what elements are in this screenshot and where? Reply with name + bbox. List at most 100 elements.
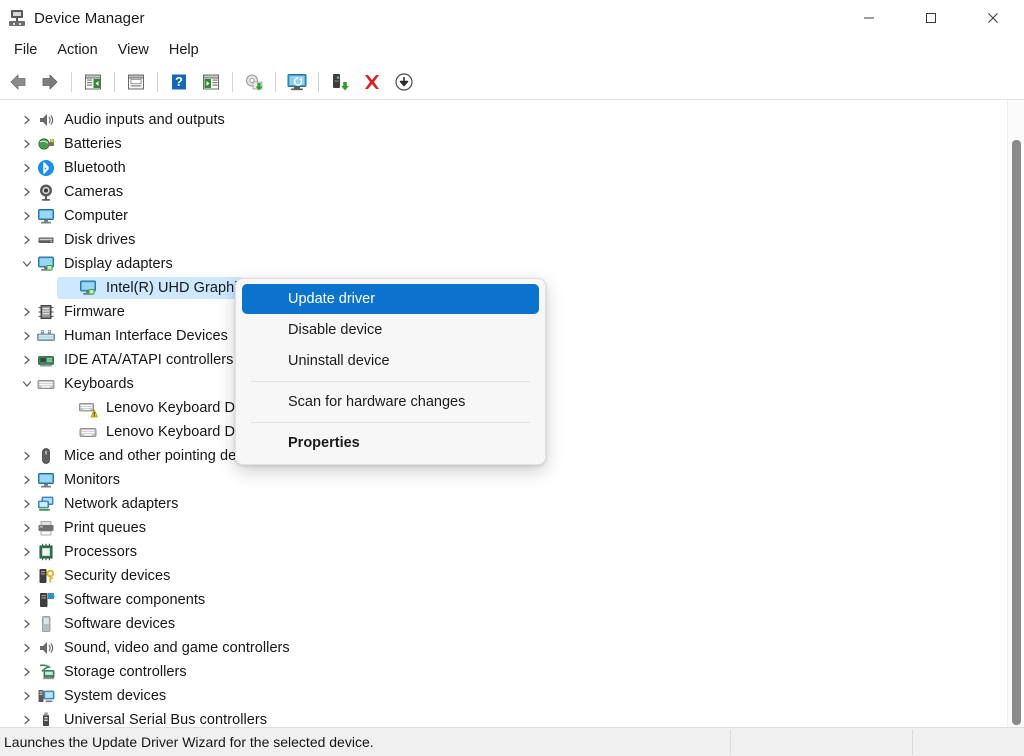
monitor-icon xyxy=(36,470,56,490)
vertical-scrollbar[interactable] xyxy=(1007,100,1024,727)
enable-device-icon[interactable] xyxy=(326,68,354,96)
tree-item-label: Intel(R) UHD Graphics xyxy=(106,280,253,296)
tree-item-label: Security devices xyxy=(64,568,171,584)
tree-item[interactable]: Storage controllers xyxy=(0,660,1024,684)
window-title: Device Manager xyxy=(34,9,145,27)
chevron-right-icon[interactable] xyxy=(18,324,36,348)
software-component-icon xyxy=(36,590,56,610)
tree-item-label: Computer xyxy=(64,208,129,224)
tree-item[interactable]: Audio inputs and outputs xyxy=(0,108,1024,132)
chevron-right-icon[interactable] xyxy=(18,468,36,492)
tree-item[interactable]: Bluetooth xyxy=(0,156,1024,180)
chevron-none xyxy=(60,420,78,444)
disable-device-icon[interactable] xyxy=(390,68,418,96)
chevron-right-icon[interactable] xyxy=(18,708,36,727)
tree-item-content: Cameras xyxy=(18,180,123,204)
context-menu-item-uninstall-device[interactable]: Uninstall device xyxy=(242,346,539,376)
chevron-right-icon[interactable] xyxy=(18,228,36,252)
tree-item[interactable]: Cameras xyxy=(0,180,1024,204)
properties-icon[interactable] xyxy=(122,68,150,96)
printer-icon xyxy=(36,518,56,538)
back-arrow-icon[interactable] xyxy=(4,68,32,96)
tree-item-content: Disk drives xyxy=(18,228,135,252)
chevron-right-icon[interactable] xyxy=(18,636,36,660)
tree-item[interactable]: System devices xyxy=(0,684,1024,708)
forward-arrow-icon[interactable] xyxy=(36,68,64,96)
chevron-right-icon[interactable] xyxy=(18,348,36,372)
chevron-right-icon[interactable] xyxy=(18,300,36,324)
tree-item[interactable]: Print queues xyxy=(0,516,1024,540)
camera-icon xyxy=(36,182,56,202)
tree-item[interactable]: Software components xyxy=(0,588,1024,612)
device-manager-window: Device Manager File Action View Help ? A… xyxy=(0,0,1024,756)
chevron-right-icon[interactable] xyxy=(18,132,36,156)
tree-item[interactable]: Security devices xyxy=(0,564,1024,588)
tree-item-content: Bluetooth xyxy=(18,156,126,180)
tree-item[interactable]: Monitors xyxy=(0,468,1024,492)
tree-item[interactable]: Batteries xyxy=(0,132,1024,156)
context-menu-item-properties[interactable]: Properties xyxy=(242,428,539,458)
chevron-right-icon[interactable] xyxy=(18,108,36,132)
chevron-down-icon[interactable] xyxy=(18,372,36,396)
tree-item-content: Human Interface Devices xyxy=(18,324,228,348)
bluetooth-icon xyxy=(36,158,56,178)
chevron-right-icon[interactable] xyxy=(18,612,36,636)
tree-item-label: Keyboards xyxy=(64,376,134,392)
tree-item[interactable]: Universal Serial Bus controllers xyxy=(0,708,1024,727)
window-controls xyxy=(838,0,1024,36)
chevron-right-icon[interactable] xyxy=(18,660,36,684)
maximize-button[interactable] xyxy=(900,0,962,36)
show-hide-action-pane-icon[interactable] xyxy=(197,68,225,96)
chevron-right-icon[interactable] xyxy=(18,180,36,204)
tree-item-content: Print queues xyxy=(18,516,146,540)
tree-item[interactable]: Network adapters xyxy=(0,492,1024,516)
tree-item-label: Batteries xyxy=(64,136,122,152)
tree-item-content: Sound, video and game controllers xyxy=(18,636,290,660)
chevron-right-icon[interactable] xyxy=(18,588,36,612)
chevron-right-icon[interactable] xyxy=(18,204,36,228)
menu-help[interactable]: Help xyxy=(159,39,209,61)
toolbar-separator xyxy=(157,71,158,92)
tree-item[interactable]: Display adapters xyxy=(0,252,1024,276)
menu-action[interactable]: Action xyxy=(47,39,107,61)
chevron-down-icon[interactable] xyxy=(18,252,36,276)
menu-file[interactable]: File xyxy=(4,39,47,61)
tree-item[interactable]: Disk drives xyxy=(0,228,1024,252)
keyboard-icon xyxy=(36,374,56,394)
show-hide-console-tree-icon[interactable] xyxy=(79,68,107,96)
menu-view[interactable]: View xyxy=(108,39,159,61)
scrollbar-thumb[interactable] xyxy=(1012,140,1021,725)
device-manager-icon xyxy=(9,10,25,26)
chevron-right-icon[interactable] xyxy=(18,564,36,588)
tree-item-content: Software components xyxy=(18,588,205,612)
context-menu-item-disable-device[interactable]: Disable device xyxy=(242,315,539,345)
help-icon[interactable]: ? xyxy=(165,68,193,96)
context-menu[interactable]: Update driver Disable device Uninstall dev… xyxy=(235,278,546,465)
uninstall-device-icon[interactable] xyxy=(358,68,386,96)
tree-item[interactable]: Sound, video and game controllers xyxy=(0,636,1024,660)
tree-item-content: Monitors xyxy=(18,468,120,492)
status-message: Launches the Update Driver Wizard for th… xyxy=(4,734,374,750)
tree-item-content: Keyboards xyxy=(18,372,134,396)
chevron-right-icon[interactable] xyxy=(18,156,36,180)
tree-item-content: Universal Serial Bus controllers xyxy=(18,708,267,727)
update-driver-icon[interactable] xyxy=(240,68,268,96)
minimize-button[interactable] xyxy=(838,0,900,36)
context-menu-item-scan-for-hardware-changes[interactable]: Scan for hardware changes xyxy=(242,387,539,417)
chevron-right-icon[interactable] xyxy=(18,540,36,564)
toolbar-separator xyxy=(71,71,72,92)
toolbar-separator xyxy=(114,71,115,92)
chevron-right-icon[interactable] xyxy=(18,492,36,516)
chevron-right-icon[interactable] xyxy=(18,516,36,540)
context-menu-item-update-driver[interactable]: Update driver xyxy=(242,284,539,314)
chevron-right-icon[interactable] xyxy=(18,444,36,468)
tree-item[interactable]: Processors xyxy=(0,540,1024,564)
tree-item-label: System devices xyxy=(64,688,167,704)
tree-item-label: Bluetooth xyxy=(64,160,126,176)
tree-item[interactable]: Computer xyxy=(0,204,1024,228)
close-button[interactable] xyxy=(962,0,1024,36)
tree-item-label: Software components xyxy=(64,592,206,608)
chevron-right-icon[interactable] xyxy=(18,684,36,708)
tree-item[interactable]: Software devices xyxy=(0,612,1024,636)
scan-for-hardware-changes-icon[interactable] xyxy=(283,68,311,96)
